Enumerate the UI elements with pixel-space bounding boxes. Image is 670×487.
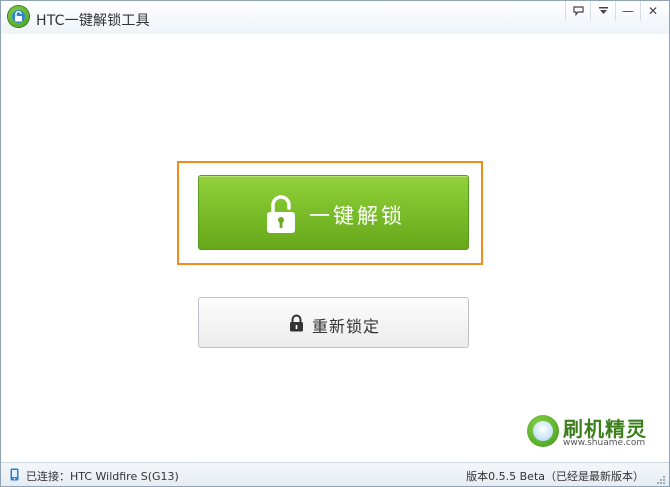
relock-button[interactable]: 重新锁定 — [198, 297, 469, 348]
connection-status: 已连接：HTC Wildfire S(G13) — [26, 470, 179, 483]
phone-icon — [10, 468, 19, 481]
unlock-icon — [267, 195, 295, 233]
title-bar[interactable]: HTC一键解锁工具 — ✕ — [1, 1, 669, 34]
one-click-unlock-button[interactable]: 一键解锁 — [198, 175, 469, 250]
relock-button-label: 重新锁定 — [312, 317, 381, 336]
shuame-logo-icon — [527, 415, 559, 447]
watermark-url: www.shuame.com — [563, 438, 646, 448]
app-logo-icon — [8, 6, 29, 27]
resize-grip-icon[interactable] — [656, 475, 666, 485]
status-bar: 已连接：HTC Wildfire S(G13) 版本0.5.5 Beta（已经是… — [1, 462, 669, 486]
version-info: 版本0.5.5 Beta（已经是最新版本） — [466, 470, 644, 483]
minimize-button[interactable]: — — [615, 1, 640, 21]
close-button[interactable]: ✕ — [640, 1, 665, 21]
chat-icon — [572, 6, 584, 16]
unlock-button-label: 一键解锁 — [309, 204, 405, 228]
dropdown-icon — [598, 7, 608, 14]
lock-icon — [290, 314, 303, 332]
feedback-button[interactable] — [565, 1, 590, 21]
window-controls: — ✕ — [565, 1, 665, 23]
window-title: HTC一键解锁工具 — [36, 13, 150, 29]
shuame-watermark: 刷机精灵 www.shuame.com — [527, 413, 667, 463]
app-window: HTC一键解锁工具 — ✕ 一键解锁 重新锁定 刷机精灵 www.shuame.… — [0, 0, 670, 487]
menu-button[interactable] — [590, 1, 615, 21]
